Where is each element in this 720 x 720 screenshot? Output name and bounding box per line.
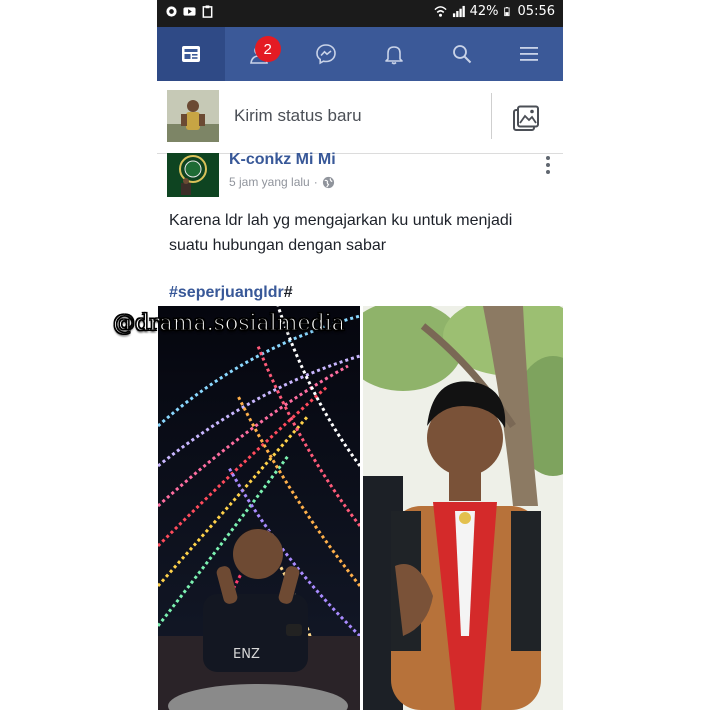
svg-text:ENZ: ENZ [233,647,260,662]
tab-notifications[interactable] [360,27,428,81]
battery-percent: 42% [469,4,499,19]
photo-scout-uniform [363,306,563,710]
clipboard-icon [202,5,213,18]
bell-icon [385,46,403,65]
search-icon [452,45,471,64]
news-feed-icon [181,46,200,62]
meta-separator: · [313,175,318,189]
post-body-text: Karena ldr lah yg mengajarkan ku untuk m… [169,212,513,254]
clock: 05:56 [517,4,555,19]
status-input[interactable]: Kirim status baru [234,106,362,126]
tab-friend-requests[interactable]: 2 [225,27,293,81]
photo-icon[interactable] [511,104,541,134]
youtube-icon [183,7,196,16]
tab-news-feed[interactable] [157,27,225,81]
post-meta: 5 jam yang lalu · [229,175,335,189]
vpn-icon [166,6,177,17]
tab-messenger[interactable] [292,27,360,81]
top-navigation-bar: 2 [157,27,563,81]
post-author-name[interactable]: K-conkz Mi Mi [229,151,336,169]
post-photo-left[interactable]: ENZ [158,306,360,710]
hashtag-link[interactable]: #seperjuangldr [169,284,284,301]
status-composer: Kirim status baru [157,81,563,154]
status-bar: 42% 05:56 [157,0,563,27]
tab-menu[interactable] [495,27,563,81]
phone-screen: 42% 05:56 2 Kirim status baru K-conkz Mi… [157,0,563,720]
author-avatar-photo [167,153,219,197]
user-avatar-photo [167,90,219,142]
battery-icon [503,7,510,17]
globe-icon [322,176,334,188]
author-avatar[interactable] [167,153,219,197]
hashtag-suffix: # [283,284,293,301]
post-timestamp[interactable]: 5 jam yang lalu [229,175,310,189]
post-header: K-conkz Mi Mi 5 jam yang lalu · [157,151,563,209]
tab-search[interactable] [428,27,496,81]
more-options-icon[interactable] [545,155,551,175]
friend-request-badge: 2 [254,36,281,62]
post-photos: ENZ [157,306,563,720]
hamburger-icon [520,47,539,61]
wifi-icon [434,6,447,17]
signal-icon [452,5,465,18]
post-photo-right[interactable] [363,306,563,710]
composer-divider [491,93,492,139]
user-avatar[interactable] [167,90,219,142]
watermark-text: @drama.sosialmedia [113,311,346,337]
photo-night-lights: ENZ [158,306,360,710]
messenger-icon [316,44,336,65]
post-hashtag: #seperjuangldr# [169,284,293,302]
